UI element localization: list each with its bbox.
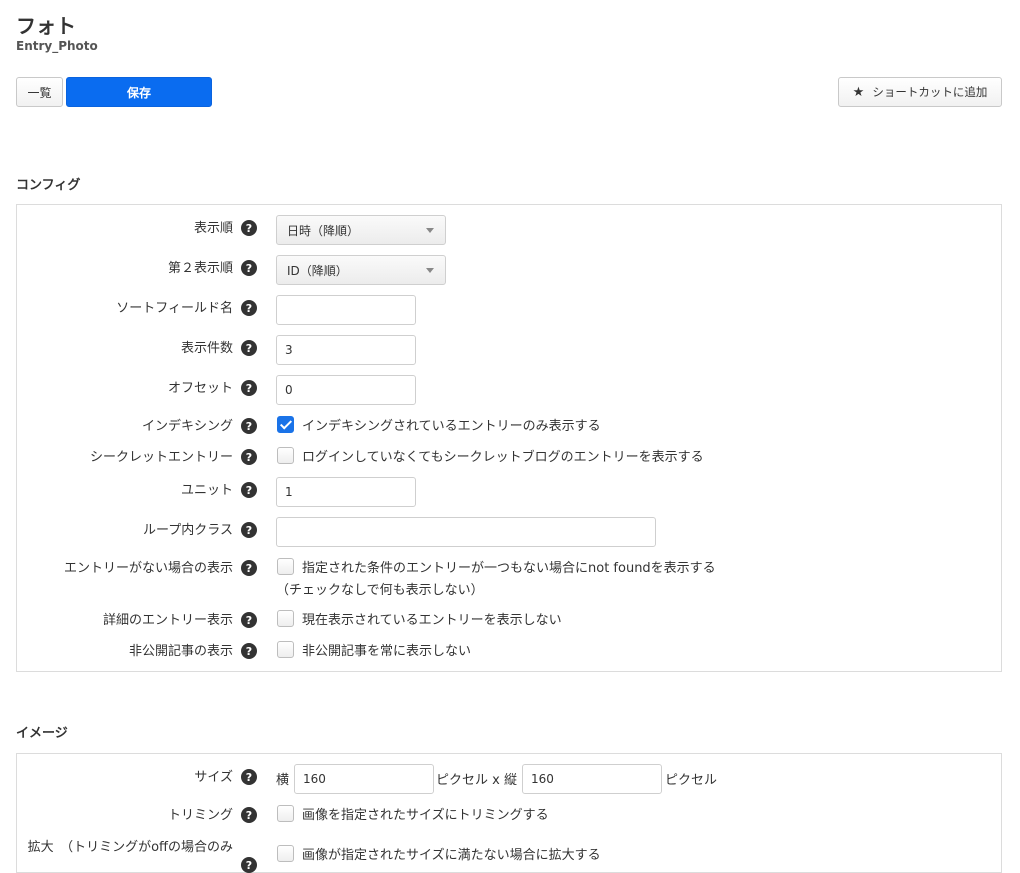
- order-select[interactable]: 日時（降順）: [276, 215, 446, 245]
- detail-check-label[interactable]: 現在表示されているエントリーを表示しない: [302, 609, 562, 628]
- save-button[interactable]: 保存: [66, 77, 212, 107]
- detail-checkbox[interactable]: [277, 610, 294, 627]
- help-icon[interactable]: ?: [241, 300, 257, 316]
- indexing-check-label[interactable]: インデキシングされているエントリーのみ表示する: [302, 415, 601, 434]
- help-icon[interactable]: ?: [241, 220, 257, 236]
- notfound-label: エントリーがない場合の表示: [63, 561, 233, 576]
- notfound-check-label[interactable]: 指定された条件のエントリーが一つもない場合にnot foundを表示する: [302, 557, 716, 576]
- secret-checkbox[interactable]: [277, 447, 294, 464]
- help-icon[interactable]: ?: [241, 522, 257, 538]
- help-icon[interactable]: ?: [241, 769, 257, 785]
- width-prefix: 横: [276, 773, 290, 788]
- help-icon[interactable]: ?: [241, 482, 257, 498]
- order2-label: 第２表示順: [167, 261, 233, 276]
- size-middle-text: ピクセル x 縦: [436, 773, 517, 788]
- indexing-checkbox[interactable]: [277, 416, 294, 433]
- zoom-check-label[interactable]: 画像が指定されたサイズに満たない場合に拡大する: [302, 844, 601, 863]
- help-icon[interactable]: ?: [241, 449, 257, 465]
- secret-label: シークレットエントリー: [89, 450, 233, 465]
- image-section-title: イメージ: [16, 726, 68, 741]
- add-shortcut-button[interactable]: ★ ショートカットに追加: [838, 77, 1002, 107]
- image-panel: サイズ ? 横 ピクセル x 縦 ピクセル トリミング ? 画像を指定されたサイ…: [16, 753, 1002, 873]
- loop-class-label: ループ内クラス: [143, 523, 233, 538]
- secret-check-label[interactable]: ログインしていなくてもシークレットブログのエントリーを表示する: [302, 446, 704, 465]
- limit-label: 表示件数: [180, 341, 233, 356]
- star-icon: ★: [852, 84, 865, 100]
- page-subtitle: Entry_Photo: [16, 39, 98, 53]
- indexing-label: インデキシング: [141, 419, 233, 434]
- trim-label: トリミング: [167, 808, 233, 823]
- config-panel: 表示順 ? 日時（降順） 第２表示順 ? ID（降順） ソートフィールド名 ? …: [16, 204, 1002, 672]
- order2-select-value: ID（降順）: [287, 263, 348, 278]
- add-shortcut-label: ショートカットに追加: [872, 85, 988, 99]
- list-button[interactable]: 一覧: [16, 77, 63, 107]
- help-icon[interactable]: ?: [241, 857, 257, 873]
- size-label: サイズ: [194, 770, 233, 785]
- size-suffix: ピクセル: [665, 773, 718, 788]
- help-icon[interactable]: ?: [241, 260, 257, 276]
- config-section-title: コンフィグ: [16, 178, 81, 193]
- trim-checkbox[interactable]: [277, 805, 294, 822]
- zoom-checkbox[interactable]: [277, 845, 294, 862]
- page-title: フォト: [16, 14, 76, 38]
- private-label: 非公開記事の表示: [128, 644, 233, 659]
- loop-class-input[interactable]: [276, 517, 656, 547]
- help-icon[interactable]: ?: [241, 380, 257, 396]
- notfound-checkbox[interactable]: [277, 558, 294, 575]
- caret-down-icon: [426, 268, 434, 273]
- unit-label: ユニット: [180, 483, 233, 498]
- offset-label: オフセット: [167, 381, 233, 396]
- offset-input[interactable]: [276, 375, 416, 405]
- limit-input[interactable]: [276, 335, 416, 365]
- help-icon[interactable]: ?: [241, 643, 257, 659]
- caret-down-icon: [426, 228, 434, 233]
- detail-label: 詳細のエントリー表示: [102, 613, 233, 628]
- order2-select[interactable]: ID（降順）: [276, 255, 446, 285]
- help-icon[interactable]: ?: [241, 612, 257, 628]
- unit-input[interactable]: [276, 477, 416, 507]
- help-icon[interactable]: ?: [241, 340, 257, 356]
- order-label: 表示順: [193, 221, 233, 236]
- sort-field-input[interactable]: [276, 295, 416, 325]
- trim-check-label[interactable]: 画像を指定されたサイズにトリミングする: [302, 804, 549, 823]
- sort-field-label: ソートフィールド名: [116, 301, 233, 316]
- zoom-label: 拡大 （トリミングがoffの場合のみ: [27, 840, 233, 855]
- notfound-note: （チェックなしで何も表示しない）: [276, 583, 484, 598]
- help-icon[interactable]: ?: [241, 418, 257, 434]
- order-select-value: 日時（降順）: [287, 223, 360, 238]
- private-check-label[interactable]: 非公開記事を常に表示しない: [302, 640, 471, 659]
- width-input[interactable]: [294, 764, 434, 794]
- help-icon[interactable]: ?: [241, 807, 257, 823]
- help-icon[interactable]: ?: [241, 560, 257, 576]
- height-input[interactable]: [522, 764, 662, 794]
- private-checkbox[interactable]: [277, 641, 294, 658]
